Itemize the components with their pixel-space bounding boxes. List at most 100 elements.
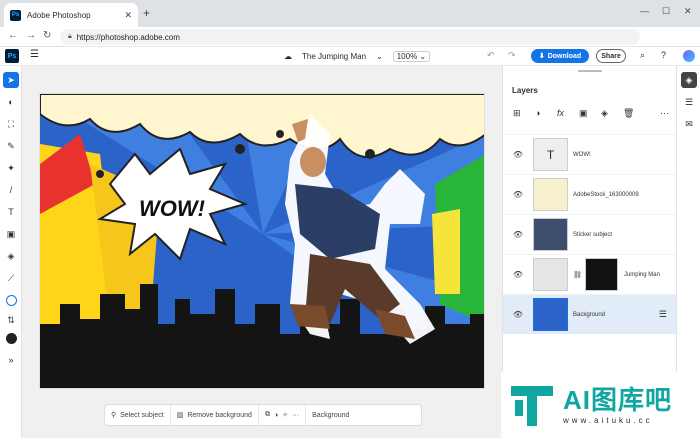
type-tool-icon[interactable]: T (3, 204, 19, 220)
canvas[interactable]: WOW! (39, 93, 485, 389)
layer-mask-thumb (584, 258, 618, 291)
watermark-title: AI图库吧 (563, 384, 673, 415)
remove-background-icon: ▨ (176, 412, 184, 419)
healing-brush-icon[interactable]: ✎ (3, 138, 19, 154)
layer-row[interactable]: 👁︎ ⛓ Jumping Man (503, 254, 677, 294)
artwork: WOW! (40, 94, 484, 388)
address-bar: ← → ↻ 🔒︎ https://photoshop.adobe.com (0, 27, 700, 47)
chevron-down-icon[interactable]: ⌄ (376, 52, 383, 61)
add-layer-icon[interactable]: ⊞ (513, 108, 521, 119)
visibility-eye-icon[interactable]: 👁︎ (503, 190, 533, 199)
new-tab-button[interactable]: + (143, 6, 150, 20)
background-swatch[interactable] (3, 330, 19, 346)
app-header: Ps ☰ ☁ The Jumping Man ⌄ 100% ⌄ ↶ ↷ ⬇ Do… (0, 47, 700, 66)
maximize-button[interactable]: ☐ (662, 6, 670, 17)
select-subject-label: Select subject (120, 411, 164, 419)
background-label: Background (312, 411, 350, 419)
close-window-button[interactable]: ✕ (684, 6, 692, 17)
more-icon[interactable]: ··· (292, 412, 299, 419)
panel-title: Layers (512, 86, 538, 95)
url-field[interactable]: 🔒︎ https://photoshop.adobe.com (60, 29, 640, 45)
layer-row[interactable]: 👁︎ Sticker subject (503, 214, 677, 254)
brush-tool-icon[interactable]: / (3, 182, 19, 198)
panel-grip[interactable] (578, 70, 602, 72)
fx-icon[interactable]: fx (557, 108, 564, 118)
url-text: https://photoshop.adobe.com (76, 32, 180, 42)
select-subject-button[interactable]: ⚲ Select subject (105, 405, 171, 425)
browser-tab-bar: Ps Adobe Photoshop ✕ + — ☐ ✕ (0, 0, 700, 27)
spot-heal-icon[interactable]: ✦ (3, 160, 19, 176)
layer-name: AdobeStock_163000009 (573, 191, 639, 198)
canvas-caption: WOW! (139, 196, 205, 221)
forward-icon[interactable]: → (26, 30, 36, 41)
more-tools-icon[interactable]: » (3, 352, 19, 368)
selection-tool-icon[interactable]: ◐ (3, 94, 19, 110)
photoshop-logo: Ps (5, 49, 19, 63)
image-tool-icon[interactable]: ▣ (3, 226, 19, 242)
cloud-icon: ☁ (284, 52, 292, 61)
fill-tool-icon[interactable]: ◈ (3, 248, 19, 264)
layer-thumb (533, 218, 568, 251)
layer-properties-icon[interactable]: ☰ (659, 309, 667, 320)
help-icon[interactable]: ? (661, 50, 666, 60)
download-label: Download (547, 52, 582, 60)
mask-icon[interactable]: ▣ (579, 108, 588, 119)
swap-colors-icon[interactable]: ⇅ (3, 312, 19, 328)
crop-tool-icon[interactable]: ⛶ (3, 116, 19, 132)
stack-icon[interactable]: ◈ (601, 108, 608, 119)
remove-background-label: Remove background (187, 411, 252, 419)
adjustment-buttons: ⧉ ◑ ✧ ··· (259, 405, 307, 425)
browser-tab[interactable]: Ps Adobe Photoshop ✕ (4, 3, 138, 27)
move-tool-icon[interactable]: ➤ (3, 72, 19, 88)
layer-row-selected[interactable]: 👁︎ Background ☰ (503, 294, 677, 334)
redo-icon[interactable]: ↷ (508, 50, 516, 61)
layer-thumb (533, 258, 568, 291)
background-button[interactable]: Background (306, 405, 355, 425)
generative-icon[interactable]: ✧ (282, 411, 288, 419)
watermark: AI图库吧 www.aituku.cc (501, 372, 700, 438)
tab-close-icon[interactable]: ✕ (124, 10, 132, 21)
delete-layer-icon[interactable]: 🗑︎ (623, 108, 634, 119)
layer-icon[interactable]: ⧉ (265, 411, 270, 419)
tool-bar: ➤ ◐ ⛶ ✎ ✦ / T ▣ ◈ ⟋ ⇅ » (0, 66, 22, 438)
layer-name: Sticker subject (573, 231, 613, 238)
zoom-select[interactable]: 100% ⌄ (392, 51, 431, 62)
photoshop-favicon-icon: Ps (10, 9, 21, 21)
undo-icon[interactable]: ↶ (487, 50, 495, 61)
back-icon[interactable]: ← (8, 30, 18, 41)
layer-thumb (533, 178, 568, 211)
watermark-url: www.aituku.cc (563, 415, 653, 425)
watermark-logo (511, 386, 553, 426)
link-icon: ⛓ (573, 271, 582, 279)
menu-icon[interactable]: ☰ (30, 49, 39, 60)
comments-icon[interactable]: ✉ (681, 116, 697, 132)
download-button[interactable]: ⬇ Download (531, 49, 589, 63)
reload-icon[interactable]: ↻ (43, 30, 51, 41)
select-subject-icon: ⚲ (111, 412, 117, 419)
layer-row[interactable]: 👁︎ AdobeStock_163000009 (503, 174, 677, 214)
visibility-eye-icon[interactable]: 👁︎ (503, 230, 533, 239)
adjust-icon[interactable]: ◑ (274, 412, 278, 419)
share-button[interactable]: Share (596, 49, 626, 63)
visibility-eye-icon[interactable]: 👁︎ (503, 150, 533, 159)
visibility-eye-icon[interactable]: 👁︎ (503, 310, 533, 319)
layer-thumb: T (533, 138, 568, 171)
layer-name: WOW! (573, 151, 591, 158)
layer-thumb (533, 298, 568, 331)
minimize-button[interactable]: — (640, 6, 649, 16)
document-title[interactable]: The Jumping Man (302, 52, 366, 61)
avatar[interactable] (683, 50, 695, 62)
layer-name: Jumping Man (623, 271, 660, 278)
download-icon: ⬇ (538, 53, 545, 60)
adjustment-layer-icon[interactable]: ◑ (535, 108, 540, 118)
layers-panel-icon[interactable]: ◈ (681, 72, 697, 88)
eyedropper-icon[interactable]: ⟋ (3, 270, 19, 286)
more-options-icon[interactable]: ··· (660, 108, 669, 118)
layer-name: Background (573, 311, 606, 318)
layer-row[interactable]: 👁︎ T WOW! (503, 134, 677, 174)
visibility-eye-icon[interactable]: 👁︎ (503, 270, 533, 279)
properties-icon[interactable]: ☰ (681, 94, 697, 110)
foreground-swatch[interactable] (3, 292, 19, 308)
remove-background-button[interactable]: ▨ Remove background (171, 405, 259, 425)
search-icon[interactable]: ⌕ (640, 50, 645, 61)
